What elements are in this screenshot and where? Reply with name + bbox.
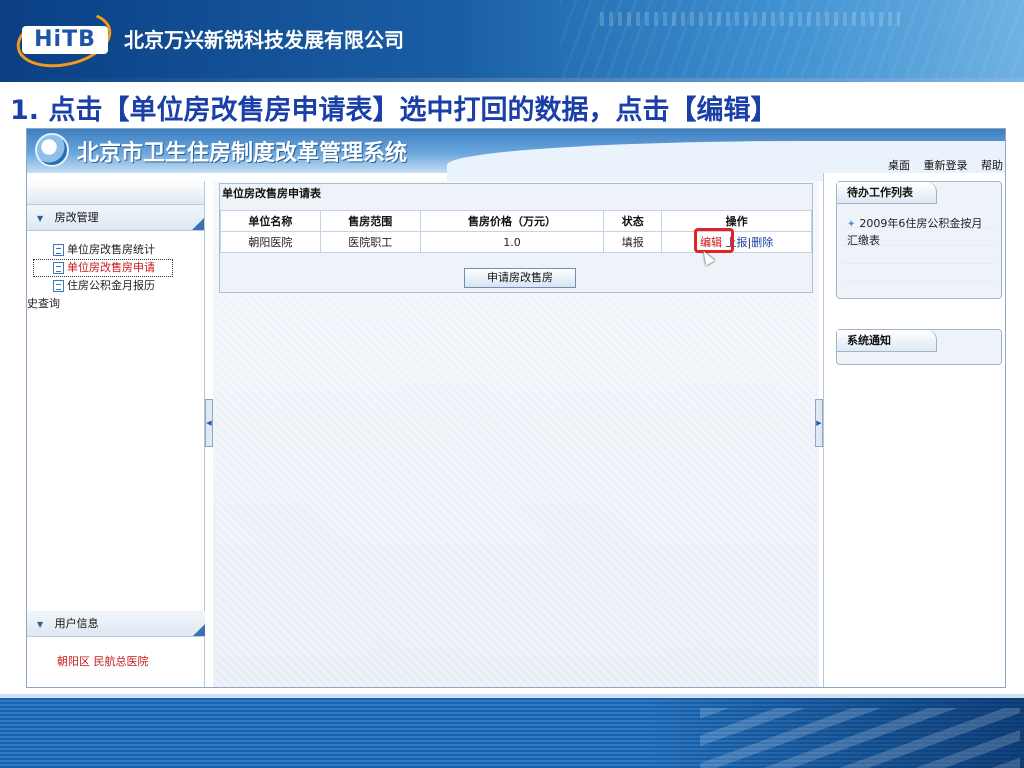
column-header: 状态: [603, 210, 663, 232]
sidebar-menu: 单位房改售房统计 单位房改售房申请 住房公积金月报历 史查询: [27, 231, 204, 313]
todo-panel: 待办工作列表 ✦ 2009年6住房公积金按月汇缴表: [836, 181, 1002, 299]
edit-link[interactable]: 编辑: [694, 228, 735, 253]
apply-sale-button[interactable]: 申请房改售房: [464, 268, 576, 288]
slide-banner: HiTB 北京万兴新锐科技发展有限公司: [0, 0, 1024, 78]
right-panel: 待办工作列表 ✦ 2009年6住房公积金按月汇缴表 系统通知: [823, 173, 1005, 687]
cell-status: 填报: [603, 231, 663, 253]
cell-scope: 医院职工: [319, 231, 421, 253]
sidebar-item-fund-history[interactable]: 住房公积金月报历 史查询: [27, 277, 204, 313]
triangle-down-icon: ▼: [37, 620, 44, 629]
application-form: 单位房改售房申请表 单位名称 售房范围 售房价格（万元） 状态 操作 朝阳医院 …: [219, 183, 813, 293]
sidebar-section-label: 房改管理: [54, 211, 99, 224]
column-header: 操作: [661, 210, 812, 232]
banner-pattern: [600, 12, 900, 26]
main-pane: 单位房改售房申请表 单位名称 售房范围 售房价格（万元） 状态 操作 朝阳医院 …: [213, 181, 819, 687]
doc-icon: [53, 280, 64, 292]
relogin-link[interactable]: 重新登录: [924, 159, 968, 172]
app-window: 北京市卫生住房制度改革管理系统 桌面 重新登录 帮助 ▼ 房改管理 单位房改售房…: [26, 128, 1006, 688]
column-header: 单位名称: [220, 210, 321, 232]
form-title: 单位房改售房申请表: [220, 184, 812, 204]
doc-icon: [53, 262, 64, 274]
application-table: 单位名称 售房范围 售房价格（万元） 状态 操作 朝阳医院 医院职工 1.0 填…: [220, 210, 812, 253]
triangle-down-icon: ▼: [37, 214, 44, 223]
sidebar-top-bar: [27, 181, 204, 205]
sidebar-section-user[interactable]: ▼ 用户信息: [27, 611, 205, 637]
section-corner: [193, 624, 205, 636]
desktop-link[interactable]: 桌面: [888, 159, 910, 172]
cell-actions: 编辑 上报|删除: [661, 228, 812, 253]
sidebar-item-sales-stats[interactable]: 单位房改售房统计: [27, 241, 204, 259]
column-header: 售房范围: [319, 210, 421, 232]
app-title: 北京市卫生住房制度改革管理系统: [77, 141, 408, 166]
left-sidebar: ▼ 房改管理 单位房改售房统计 单位房改售房申请 住房公积金月报历 史查询 ▼: [27, 181, 205, 687]
edit-highlight-box: [694, 228, 735, 253]
column-header: 售房价格（万元）: [419, 210, 605, 232]
app-header: 北京市卫生住房制度改革管理系统 桌面 重新登录 帮助: [27, 129, 1005, 181]
slide-heading: 1. 点击【单位房改售房申请表】选中打回的数据，点击【编辑】: [10, 95, 778, 126]
collapse-arrow-icon[interactable]: ▶: [815, 399, 823, 447]
sidebar-section-housing[interactable]: ▼ 房改管理: [27, 205, 204, 231]
sidebar-item-label-tail: 史查询: [27, 297, 60, 310]
logo-text: HiTB: [22, 26, 108, 54]
cell-unit: 朝阳医院: [220, 231, 321, 253]
help-link[interactable]: 帮助: [981, 159, 1003, 172]
notice-list: [837, 352, 1001, 362]
todo-tab[interactable]: 待办工作列表: [837, 182, 937, 204]
company-name: 北京万兴新锐科技发展有限公司: [124, 28, 404, 52]
todo-list: ✦ 2009年6住房公积金按月汇缴表: [843, 210, 995, 290]
cell-price: 1.0: [419, 231, 605, 253]
sidebar-section-label: 用户信息: [54, 617, 99, 630]
slide-footer: [0, 698, 1024, 768]
delete-link[interactable]: 删除: [751, 236, 773, 249]
star-icon: ✦: [847, 219, 856, 230]
sidebar-item-sales-application[interactable]: 单位房改售房申请: [27, 259, 204, 277]
notice-panel: 系统通知: [836, 329, 1002, 365]
company-logo: HiTB: [11, 2, 117, 76]
section-corner: [192, 218, 204, 230]
todo-item[interactable]: 2009年6住房公积金按月汇缴表: [847, 217, 982, 247]
sidebar-item-label: 单位房改售房统计: [67, 243, 155, 256]
table-row[interactable]: 朝阳医院 医院职工 1.0 填报 编辑 上报|删除: [220, 228, 812, 253]
doc-icon: [53, 244, 64, 256]
user-info-text: 朝阳区 民航总医院: [57, 655, 149, 668]
footer-keyboard-decoration: [700, 708, 1020, 768]
banner-underline: [0, 78, 1024, 82]
top-links: 桌面 重新登录 帮助: [878, 157, 1003, 173]
emblem-icon: [35, 133, 69, 167]
sidebar-item-label: 住房公积金月报历: [67, 279, 155, 292]
collapse-arrow-icon[interactable]: ◀: [205, 399, 213, 447]
notice-tab[interactable]: 系统通知: [837, 330, 937, 352]
sidebar-user-block: ▼ 用户信息 朝阳区 民航总医院: [27, 611, 205, 669]
